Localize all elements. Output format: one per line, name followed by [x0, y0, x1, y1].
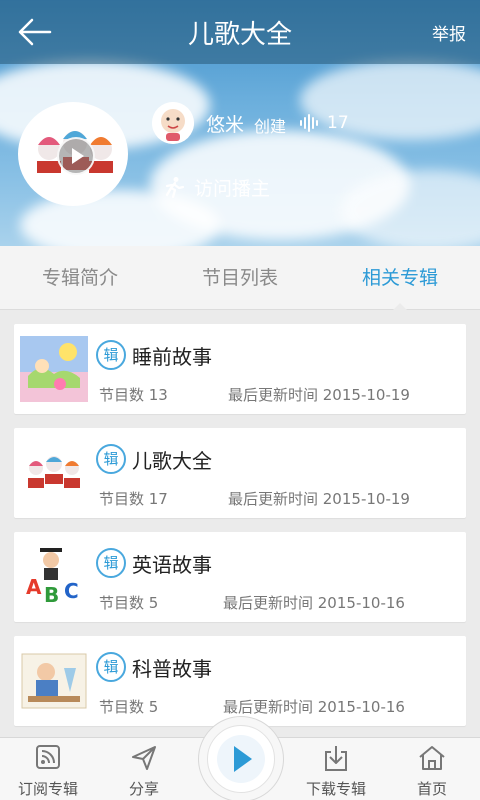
home-button[interactable]: 首页 — [384, 738, 480, 800]
download-icon — [325, 746, 347, 771]
album-cover[interactable] — [18, 102, 128, 206]
share-button[interactable]: 分享 — [96, 738, 192, 800]
related-album-list: 辑 睡前故事 节目数 13 最后更新时间 2015-10-19 辑 儿歌大全 节… — [14, 324, 466, 740]
subscribe-label: 订阅专辑 — [17, 780, 78, 798]
visit-host-label: 访问播主 — [194, 178, 271, 200]
album-title: 睡前故事 — [132, 345, 212, 369]
avatar-image — [152, 102, 194, 144]
creator-name[interactable]: 悠米 — [206, 110, 244, 137]
program-count: 17 — [327, 113, 349, 133]
svg-text:C: C — [64, 579, 79, 603]
list-item[interactable]: 辑 儿歌大全 节目数 17 最后更新时间 2015-10-19 — [14, 428, 466, 518]
album-program-count: 节目数 5 — [99, 594, 159, 612]
svg-text:B: B — [44, 583, 59, 607]
tab-related-albums[interactable]: 相关专辑 — [320, 246, 480, 310]
visit-host-button[interactable]: 访问播主 — [162, 174, 270, 201]
rss-subscribe-icon — [36, 745, 60, 769]
album-program-count: 节目数 5 — [99, 698, 159, 716]
player-disc — [207, 725, 275, 793]
home-label: 首页 — [416, 780, 447, 798]
album-updated-time: 最后更新时间 2015-10-19 — [228, 490, 410, 508]
creator-avatar[interactable] — [152, 102, 194, 144]
album-thumbnail — [20, 648, 88, 714]
tab-program-list[interactable]: 节目列表 — [160, 246, 320, 309]
list-item[interactable]: 辑 睡前故事 节目数 13 最后更新时间 2015-10-19 — [14, 324, 466, 414]
album-thumbnail: A B C — [20, 544, 88, 610]
album-badge: 辑 — [96, 444, 126, 474]
album-program-count: 节目数 13 — [99, 386, 168, 404]
download-album-button[interactable]: 下载专辑 — [288, 738, 384, 800]
report-button[interactable]: 举报 — [432, 20, 466, 45]
player-button[interactable] — [198, 716, 284, 800]
album-title: 儿歌大全 — [132, 449, 212, 473]
subscribe-album-button[interactable]: 订阅专辑 — [0, 738, 96, 800]
list-item[interactable]: 辑 科普故事 节目数 5 最后更新时间 2015-10-16 — [14, 636, 466, 726]
download-label: 下载专辑 — [305, 780, 366, 798]
album-updated-time: 最后更新时间 2015-10-19 — [228, 386, 410, 404]
share-label: 分享 — [128, 780, 159, 798]
list-item[interactable]: A B C 辑 英语故事 节目数 5 最后更新时间 2015-10-16 — [14, 532, 466, 622]
album-updated-time: 最后更新时间 2015-10-16 — [223, 594, 405, 612]
svg-text:A: A — [26, 575, 42, 599]
album-badge: 辑 — [96, 340, 126, 370]
tab-album-intro[interactable]: 专辑简介 — [0, 246, 160, 309]
top-bar: 儿歌大全 举报 — [0, 0, 480, 64]
share-icon — [132, 746, 156, 770]
album-badge: 辑 — [96, 548, 126, 578]
album-title: 科普故事 — [132, 657, 212, 681]
album-header: 儿歌大全 举报 悠米 创建 17 访问播主 — [0, 0, 480, 246]
page-title: 儿歌大全 — [187, 20, 292, 50]
running-person-icon — [165, 176, 185, 198]
audio-wave-icon — [300, 114, 318, 132]
album-thumbnail — [20, 336, 88, 402]
play-icon — [217, 735, 265, 783]
play-icon — [72, 148, 84, 164]
album-badge: 辑 — [96, 652, 126, 682]
album-program-count: 节目数 17 — [99, 490, 168, 508]
album-thumbnail — [20, 440, 88, 506]
album-updated-time: 最后更新时间 2015-10-16 — [223, 698, 405, 716]
created-label: 创建 — [254, 117, 287, 136]
home-icon — [419, 746, 445, 770]
cover-play-button[interactable] — [57, 137, 95, 175]
album-title: 英语故事 — [132, 553, 212, 577]
album-tabs: 专辑简介 节目列表 相关专辑 — [0, 246, 480, 310]
